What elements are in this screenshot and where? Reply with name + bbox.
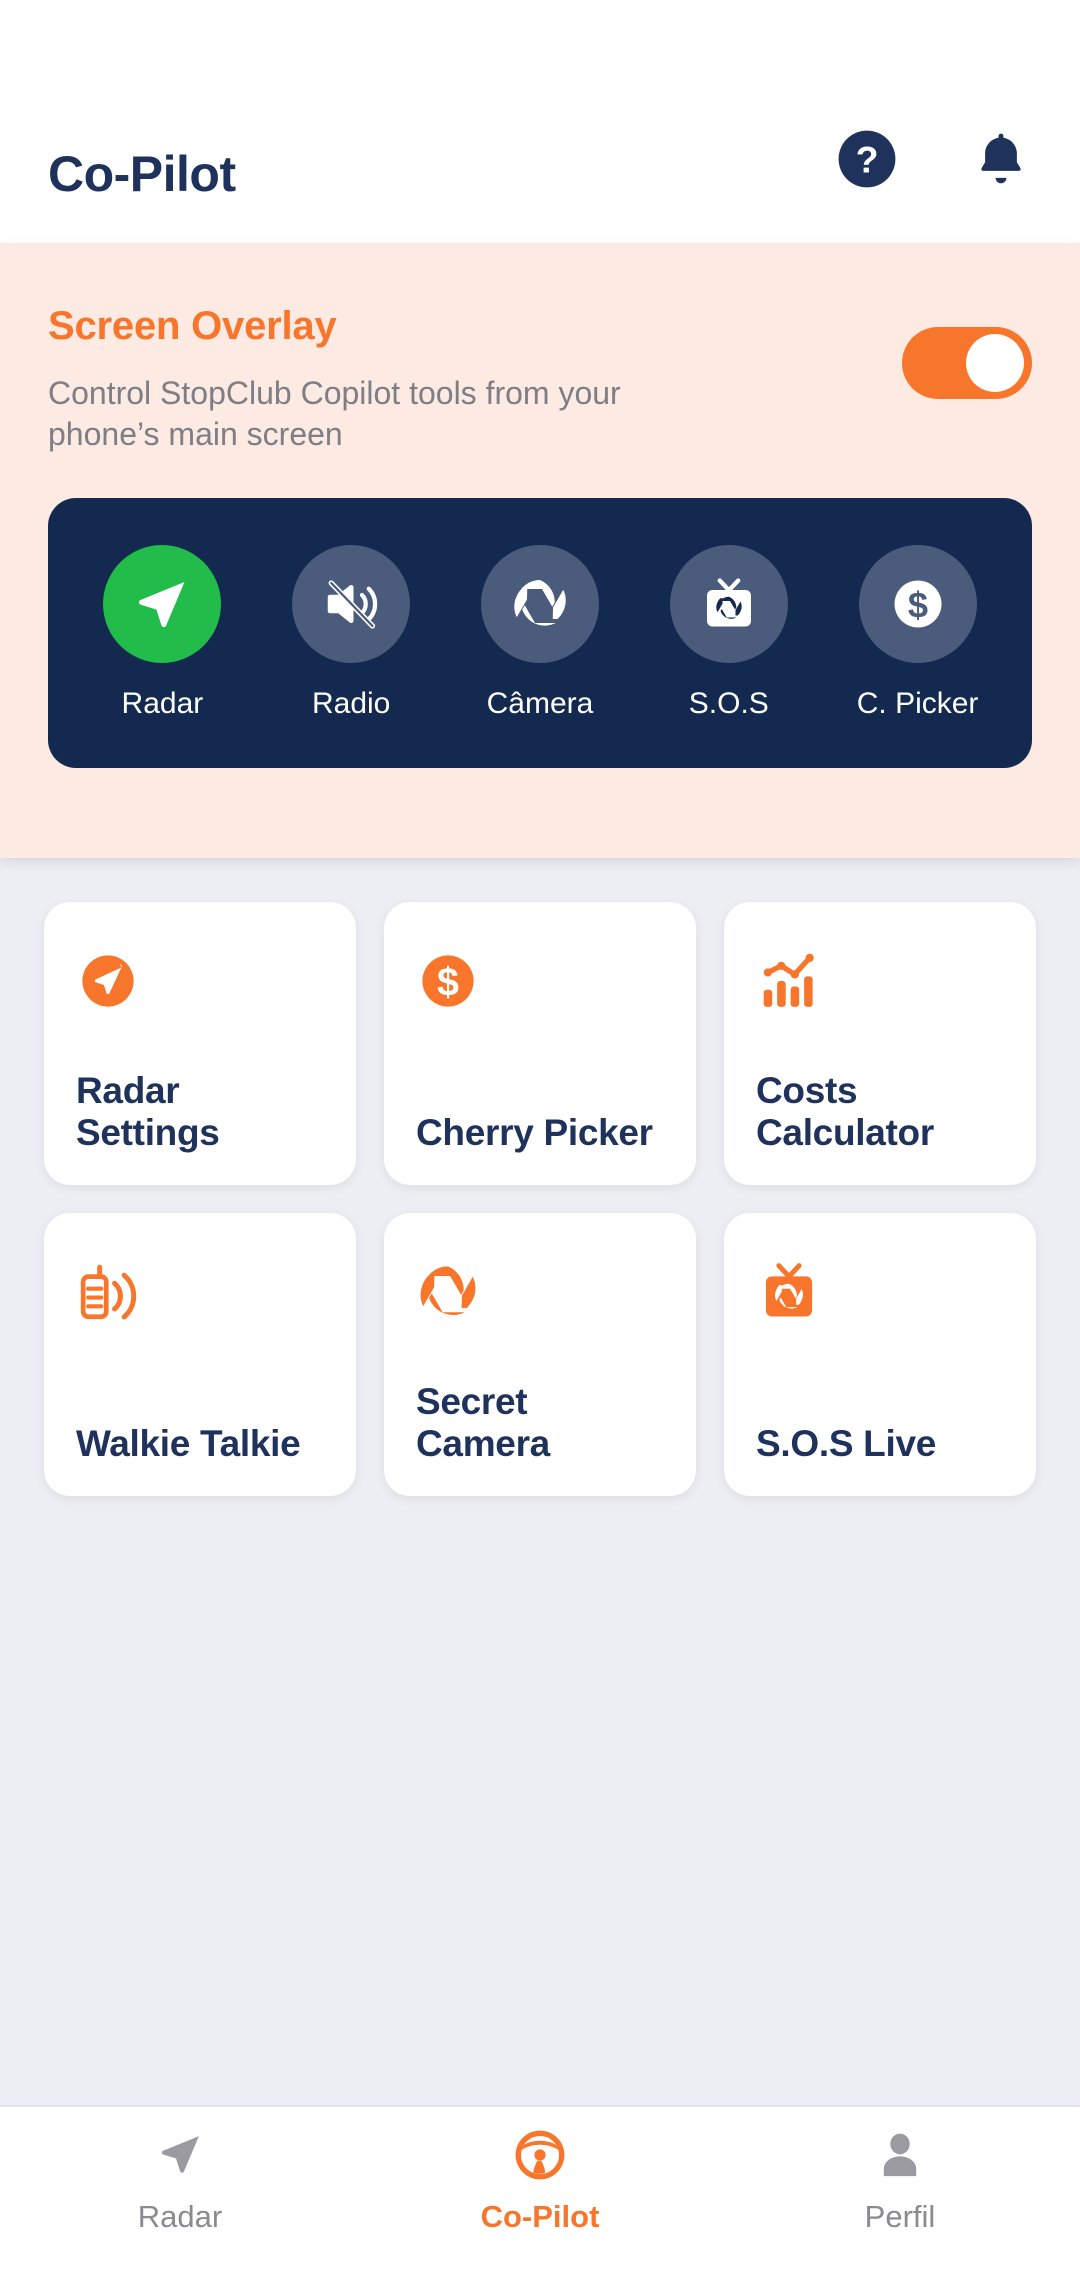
tool-card-label: S.O.S Live	[756, 1422, 937, 1464]
app-screen: Co-Pilot ? Screen Overlay Control StopCl…	[0, 0, 1080, 2280]
tool-card-label: Costs Calculator	[756, 1070, 934, 1153]
speaker-muted-icon	[292, 545, 411, 664]
overlay-preview-item-radar[interactable]: Radar	[82, 545, 242, 721]
camera-aperture-icon	[416, 1255, 664, 1329]
person-icon	[873, 2127, 927, 2183]
app-header: Co-Pilot ?	[0, 0, 1080, 243]
tool-card-secret-camera[interactable]: Secret Camera	[384, 1213, 696, 1496]
bottom-navigation: Radar Co-Pilot Perfil	[0, 2105, 1080, 2280]
tv-aperture-icon	[669, 545, 788, 664]
tool-card-label: Cherry Picker	[416, 1111, 653, 1153]
tool-card-walkie-talkie[interactable]: Walkie Talkie	[44, 1213, 356, 1496]
tool-card-label: Walkie Talkie	[76, 1422, 301, 1464]
screen-overlay-section: Screen Overlay Control StopClub Copilot …	[0, 243, 1080, 858]
tools-section: Radar Settings $ Cherry Picker Costs Cal…	[0, 858, 1080, 2105]
navigation-arrow-circle-icon	[76, 944, 324, 1018]
bar-chart-trend-icon	[756, 944, 1004, 1018]
tool-card-label: Secret Camera	[416, 1381, 550, 1464]
overlay-preview-item-radio[interactable]: Radio	[271, 545, 431, 721]
tv-aperture-icon	[756, 1255, 1004, 1329]
overlay-preview-label: Câmera	[486, 687, 594, 721]
dollar-circle-icon: $	[416, 944, 664, 1018]
camera-aperture-icon	[480, 545, 599, 664]
overlay-preview-bar: Radar Radio Câmera S.O.S $ C. Picker	[48, 498, 1032, 769]
nav-item-label: Perfil	[864, 2198, 936, 2234]
nav-item-radar[interactable]: Radar	[0, 2127, 360, 2235]
page-title: Co-Pilot	[48, 146, 236, 202]
nav-item-label: Co-Pilot	[480, 2198, 600, 2234]
dollar-circle-icon: $	[858, 545, 977, 664]
overlay-preview-label: Radio	[311, 687, 391, 721]
question-mark-circle-icon[interactable]: ?	[836, 128, 898, 195]
tool-card-label: Radar Settings	[76, 1070, 220, 1153]
tool-card-costs-calculator[interactable]: Costs Calculator	[724, 902, 1036, 1185]
nav-item-label: Radar	[137, 2198, 223, 2234]
screen-overlay-subtitle: Control StopClub Copilot tools from your…	[48, 375, 621, 452]
svg-text:$: $	[437, 960, 459, 1004]
overlay-preview-label: C. Picker	[856, 687, 979, 721]
tool-card-sos-live[interactable]: S.O.S Live	[724, 1213, 1036, 1496]
tools-grid: Radar Settings $ Cherry Picker Costs Cal…	[44, 902, 1036, 1496]
screen-overlay-header-row: Screen Overlay Control StopClub Copilot …	[48, 305, 1032, 454]
tool-card-radar-settings[interactable]: Radar Settings	[44, 902, 356, 1185]
screen-overlay-texts: Screen Overlay Control StopClub Copilot …	[48, 305, 902, 454]
overlay-preview-item-sos[interactable]: S.O.S	[649, 545, 809, 721]
walkie-talkie-icon	[76, 1255, 324, 1329]
toggle-knob	[966, 334, 1024, 392]
screen-overlay-toggle[interactable]	[902, 327, 1032, 399]
svg-text:?: ?	[856, 138, 879, 180]
overlay-preview-label: Radar	[121, 687, 204, 721]
overlay-preview-label: S.O.S	[688, 687, 769, 721]
nav-item-co-pilot[interactable]: Co-Pilot	[360, 2127, 720, 2235]
steering-wheel-icon	[512, 2127, 568, 2183]
overlay-preview-item-camera[interactable]: Câmera	[460, 545, 620, 721]
screen-overlay-title: Screen Overlay	[48, 304, 337, 348]
header-actions: ?	[836, 128, 1032, 199]
tool-card-cherry-picker[interactable]: $ Cherry Picker	[384, 902, 696, 1185]
overlay-preview-item-cherry-picker[interactable]: $ C. Picker	[838, 545, 998, 721]
navigation-arrow-icon	[103, 545, 222, 664]
bell-icon[interactable]	[970, 128, 1032, 195]
nav-item-perfil[interactable]: Perfil	[720, 2127, 1080, 2235]
svg-text:$: $	[907, 585, 927, 626]
navigation-arrow-icon	[153, 2127, 207, 2183]
